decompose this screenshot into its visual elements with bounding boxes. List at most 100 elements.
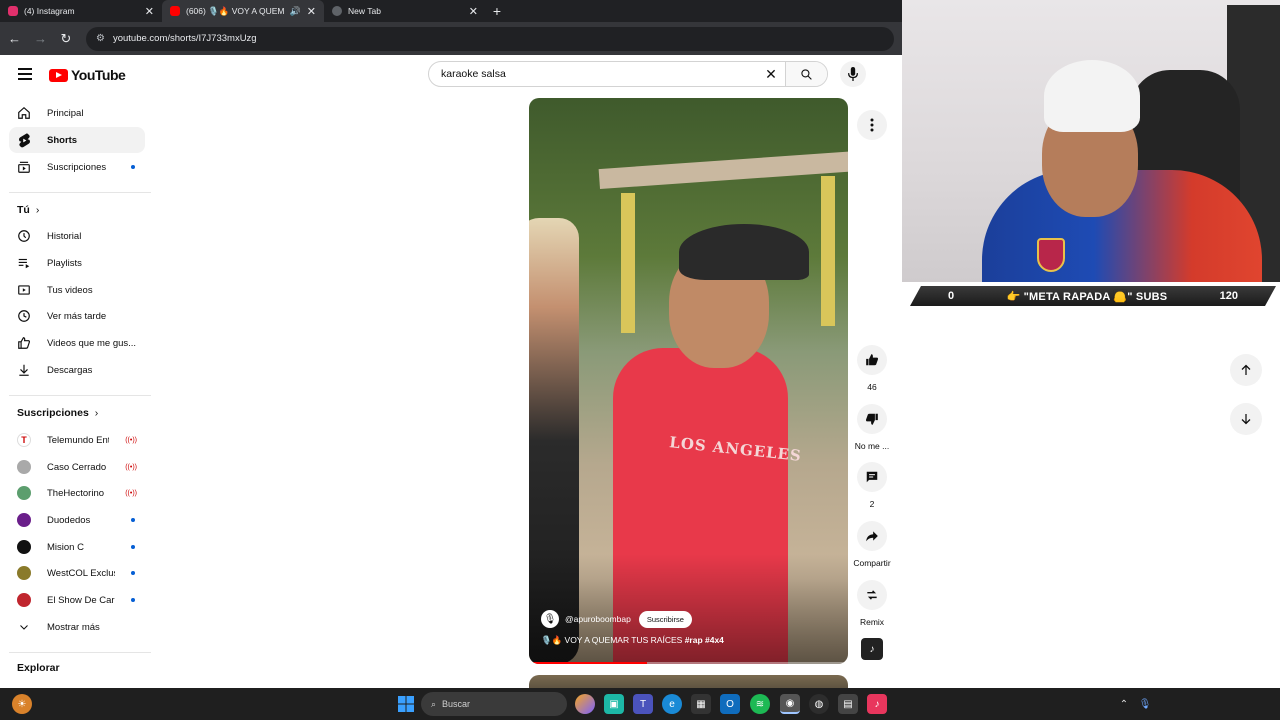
- tab-instagram[interactable]: (4) Instagram ✕: [0, 0, 162, 22]
- more-options-button[interactable]: [857, 110, 887, 140]
- sidebar-channel-item[interactable]: TheHectorino ((•)): [9, 480, 145, 506]
- sidebar-channel-item[interactable]: WestCOL Exclusi...: [9, 560, 145, 586]
- new-content-dot: [131, 165, 135, 169]
- goal-text: 👉 "META RAPADA 🦲" SUBS: [1006, 290, 1168, 303]
- music-icon: ♪: [869, 643, 875, 655]
- subscribe-button[interactable]: Suscribirse: [638, 610, 692, 628]
- edge-icon[interactable]: e: [662, 694, 682, 714]
- sidebar-channel-item[interactable]: T Telemundo Entre... ((•)): [9, 427, 145, 453]
- comments-action: 2: [848, 462, 896, 509]
- dislike-button[interactable]: [857, 404, 887, 434]
- instagram-icon: [8, 6, 18, 16]
- show-more-button[interactable]: Mostrar más: [9, 614, 145, 640]
- video-background: [679, 224, 809, 280]
- address-bar[interactable]: ⚙ youtube.com/shorts/I7J733mxUzg: [86, 26, 894, 51]
- sidebar-item-descargas[interactable]: Descargas: [9, 357, 145, 383]
- previous-short-button[interactable]: [1230, 354, 1262, 386]
- menu-icon[interactable]: [18, 68, 32, 83]
- channel-name: Telemundo Entre...: [47, 434, 109, 446]
- mic-tray-icon[interactable]: 🎙: [1138, 694, 1152, 714]
- start-button[interactable]: [396, 694, 416, 714]
- sidebar-channel-item[interactable]: Caso Cerrado ((•)): [9, 454, 145, 480]
- comments-button[interactable]: [857, 462, 887, 492]
- sidebar-item-playlists[interactable]: Playlists: [9, 250, 145, 276]
- sidebar-item-tus-videos[interactable]: Tus videos: [9, 277, 145, 303]
- close-icon[interactable]: ✕: [307, 5, 316, 18]
- playlists-icon: [17, 256, 31, 270]
- chrome-icon[interactable]: ◉: [780, 694, 800, 714]
- next-short-preview[interactable]: [529, 675, 848, 688]
- sidebar-channel-item[interactable]: Duodedos: [9, 507, 145, 533]
- app-icon[interactable]: ▦: [691, 694, 711, 714]
- webcam-overlay: [902, 0, 1280, 282]
- reload-button[interactable]: ↻: [60, 31, 72, 47]
- sound-button[interactable]: ♪: [861, 638, 883, 660]
- site-info-icon[interactable]: ⚙: [96, 33, 105, 44]
- youtube-icon: [170, 6, 180, 16]
- new-content-dot: [131, 518, 135, 522]
- short-video-player[interactable]: LOS ANGELES 🎙 @apuroboombap Suscribirse …: [529, 98, 848, 664]
- sidebar-item-ver-mas-tarde[interactable]: Ver más tarde: [9, 303, 145, 329]
- clear-search-icon[interactable]: ✕: [757, 66, 785, 83]
- copilot-icon[interactable]: [575, 694, 595, 714]
- channel-name: WestCOL Exclusi...: [47, 567, 115, 579]
- channel-name: Caso Cerrado: [47, 461, 107, 473]
- obs-icon[interactable]: ◍: [809, 694, 829, 714]
- tab-new-tab[interactable]: New Tab ✕: [324, 0, 486, 22]
- voice-search-button[interactable]: [840, 61, 866, 87]
- short-title[interactable]: 🎙️🔥 VOY A QUEMAR TUS RAÍCES #rap #4x4: [541, 635, 724, 646]
- share-button[interactable]: [857, 521, 887, 551]
- windows-taskbar: ☀ ⌕ Buscar ▣ T e ▦ O ≋ ◉ ◍ ▤ ♪ ⌃ 🎙: [0, 688, 1280, 720]
- goal-target-count: 120: [1219, 290, 1238, 302]
- progress-bar[interactable]: [529, 662, 848, 664]
- tiktok-icon[interactable]: ♪: [867, 694, 887, 714]
- close-icon[interactable]: ✕: [145, 5, 154, 18]
- you-section-heading[interactable]: Tú ›: [17, 204, 39, 216]
- forward-button[interactable]: →: [34, 31, 47, 46]
- channel-avatar: [17, 566, 31, 580]
- video-gradient: [529, 554, 848, 664]
- share-action: Compartir: [848, 521, 896, 568]
- next-short-button[interactable]: [1230, 403, 1262, 435]
- speaker-icon[interactable]: 🔊: [290, 6, 301, 17]
- tab-youtube-short[interactable]: (606) 🎙️🔥 VOY A QUEMAR 🔊 ✕: [162, 0, 324, 22]
- search-button[interactable]: [785, 62, 827, 86]
- new-content-dot: [131, 571, 135, 575]
- close-icon[interactable]: ✕: [469, 5, 478, 18]
- like-button[interactable]: [857, 345, 887, 375]
- new-tab-button[interactable]: +: [486, 0, 508, 22]
- club-crest-icon: [1037, 238, 1065, 272]
- sidebar-item-historial[interactable]: Historial: [9, 223, 145, 249]
- mic-icon: [847, 67, 859, 81]
- store-icon[interactable]: ▣: [604, 694, 624, 714]
- sidebar-item-suscripciones[interactable]: Suscripciones: [9, 154, 145, 180]
- channel-row: 🎙 @apuroboombap Suscribirse: [541, 610, 692, 628]
- search-input[interactable]: karaoke salsa: [429, 68, 757, 80]
- sidebar-item-principal[interactable]: Principal: [9, 100, 145, 126]
- sidebar-channel-item[interactable]: Mision C: [9, 534, 145, 560]
- sidebar-item-label: Principal: [47, 107, 84, 119]
- browser-tab-bar: (4) Instagram ✕ (606) 🎙️🔥 VOY A QUEMAR 🔊…: [0, 0, 902, 22]
- dislike-action: No me ...: [848, 404, 896, 451]
- sidebar-item-shorts[interactable]: Shorts: [9, 127, 145, 153]
- remix-button[interactable]: [857, 580, 887, 610]
- taskbar-search[interactable]: ⌕ Buscar: [421, 692, 567, 716]
- weather-icon[interactable]: ☀: [12, 694, 32, 714]
- channel-handle[interactable]: @apuroboombap: [565, 614, 631, 624]
- sidebar-item-label: Playlists: [47, 257, 82, 269]
- channel-name: Mision C: [47, 541, 84, 553]
- spotify-icon[interactable]: ≋: [750, 694, 770, 714]
- youtube-logo[interactable]: YouTube: [49, 67, 126, 83]
- back-button[interactable]: ←: [8, 31, 21, 46]
- short-title-text: 🎙️🔥 VOY A QUEMAR TUS RAÍCES: [541, 635, 683, 645]
- sidebar-item-liked-videos[interactable]: Videos que me gus...: [9, 330, 145, 356]
- channel-avatar[interactable]: 🎙: [541, 610, 559, 628]
- app-icon[interactable]: ▤: [838, 694, 858, 714]
- sidebar-channel-item[interactable]: El Show De Carlo...: [9, 587, 145, 613]
- tray-icon[interactable]: ⌃: [1117, 694, 1131, 714]
- remix-action: Remix: [848, 580, 896, 627]
- teams-icon[interactable]: T: [633, 694, 653, 714]
- outlook-icon[interactable]: O: [720, 694, 740, 714]
- hashtags[interactable]: #rap #4x4: [685, 635, 724, 645]
- subscriptions-section-heading[interactable]: Suscripciones ›: [17, 407, 98, 419]
